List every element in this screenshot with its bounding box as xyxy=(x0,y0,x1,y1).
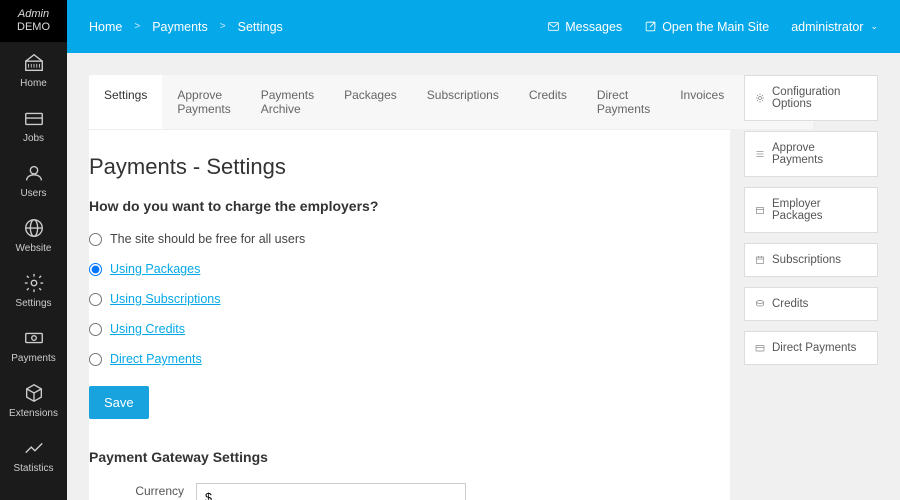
opt-subscriptions[interactable]: Subscriptions xyxy=(744,243,878,277)
option-direct[interactable]: Direct Payments xyxy=(89,352,730,366)
radio-subscriptions[interactable] xyxy=(89,293,102,306)
card-icon xyxy=(754,342,766,354)
currency-symbol-input[interactable] xyxy=(196,483,466,500)
message-icon xyxy=(547,20,560,33)
sidebar-item-jobs[interactable]: Jobs xyxy=(0,97,67,152)
opt-label: Direct Payments xyxy=(772,342,856,354)
option-credits-label[interactable]: Using Credits xyxy=(110,322,185,336)
charge-question: How do you want to charge the employers? xyxy=(89,198,730,214)
sidebar-item-label: Settings xyxy=(15,298,51,309)
calendar-icon xyxy=(754,254,766,266)
sidebar-item-home[interactable]: Home xyxy=(0,42,67,97)
sidebar-item-statistics[interactable]: Statistics xyxy=(0,427,67,482)
topbar: Home > Payments > Settings Messages Open… xyxy=(67,0,900,53)
brand-line1: Admin xyxy=(6,8,61,21)
sidebar-item-payments[interactable]: Payments xyxy=(0,317,67,372)
tab-subscriptions[interactable]: Subscriptions xyxy=(412,75,514,129)
messages-link[interactable]: Messages xyxy=(547,20,622,34)
option-subscriptions-label[interactable]: Using Subscriptions xyxy=(110,292,220,306)
save-button[interactable]: Save xyxy=(89,386,149,419)
tab-credits[interactable]: Credits xyxy=(514,75,582,129)
option-packages-label[interactable]: Using Packages xyxy=(110,262,200,276)
sidebar-item-settings[interactable]: Settings xyxy=(0,262,67,317)
sidebar-item-label: Jobs xyxy=(23,133,44,144)
sidebar-item-label: Home xyxy=(20,78,47,89)
page-title: Payments - Settings xyxy=(89,154,730,198)
sidebar-item-label: Users xyxy=(20,188,46,199)
gear-icon xyxy=(22,272,46,294)
gateway-settings-title: Payment Gateway Settings xyxy=(89,449,730,465)
sidebar: Admin DEMO Home Jobs Users Website S xyxy=(0,0,67,500)
sidebar-item-label: Statistics xyxy=(13,463,53,474)
chart-icon xyxy=(22,437,46,459)
open-main-site-link[interactable]: Open the Main Site xyxy=(644,20,769,34)
home-icon xyxy=(22,52,46,74)
cube-icon xyxy=(22,382,46,404)
option-direct-label[interactable]: Direct Payments xyxy=(110,352,202,366)
card-icon xyxy=(22,107,46,129)
breadcrumb-payments[interactable]: Payments xyxy=(152,20,208,34)
tab-packages[interactable]: Packages xyxy=(329,75,412,129)
brand-line2: DEMO xyxy=(6,21,61,34)
chevron-down-icon: ⌄ xyxy=(870,21,878,32)
opt-configuration[interactable]: Configuration Options xyxy=(744,75,878,121)
option-packages[interactable]: Using Packages xyxy=(89,262,730,276)
opt-label: Subscriptions xyxy=(772,254,841,266)
tab-settings[interactable]: Settings xyxy=(89,75,162,129)
opt-label: Credits xyxy=(772,298,808,310)
messages-label: Messages xyxy=(565,20,622,34)
opt-direct-payments[interactable]: Direct Payments xyxy=(744,331,878,365)
opt-employer-packages[interactable]: Employer Packages xyxy=(744,187,878,233)
package-icon xyxy=(754,204,766,216)
breadcrumb-separator: > xyxy=(134,21,140,32)
option-free[interactable]: The site should be free for all users xyxy=(89,232,730,246)
sidebar-item-label: Payments xyxy=(11,353,55,364)
radio-free[interactable] xyxy=(89,233,102,246)
option-subscriptions[interactable]: Using Subscriptions xyxy=(89,292,730,306)
gear-icon xyxy=(754,92,766,104)
breadcrumb: Home > Payments > Settings xyxy=(89,20,283,34)
opt-label: Employer Packages xyxy=(772,198,868,222)
breadcrumb-settings[interactable]: Settings xyxy=(238,20,283,34)
currency-symbol-label: Currency Symbol: xyxy=(89,484,184,500)
opt-label: Approve Payments xyxy=(772,142,868,166)
user-label: administrator xyxy=(791,20,863,34)
tab-direct-payments[interactable]: Direct Payments xyxy=(582,75,665,129)
user-menu[interactable]: administrator ⌄ xyxy=(791,20,878,34)
breadcrumb-home[interactable]: Home xyxy=(89,20,122,34)
option-free-label: The site should be free for all users xyxy=(110,232,305,246)
globe-icon xyxy=(22,217,46,239)
open-main-label: Open the Main Site xyxy=(662,20,769,34)
tab-bar: Settings Approve Payments Payments Archi… xyxy=(89,75,730,130)
currency-symbol-row: Currency Symbol: xyxy=(89,483,730,500)
sidebar-item-label: Website xyxy=(16,243,52,254)
money-icon xyxy=(22,327,46,349)
tab-approve-payments[interactable]: Approve Payments xyxy=(162,75,245,129)
sidebar-item-label: Extensions xyxy=(9,408,58,419)
sidebar-item-extensions[interactable]: Extensions xyxy=(0,372,67,427)
tab-invoices[interactable]: Invoices xyxy=(665,75,739,129)
coins-icon xyxy=(754,298,766,310)
breadcrumb-separator: > xyxy=(220,21,226,32)
charge-options: The site should be free for all users Us… xyxy=(89,232,730,366)
users-icon xyxy=(22,162,46,184)
brand-logo: Admin DEMO xyxy=(0,0,67,42)
option-credits[interactable]: Using Credits xyxy=(89,322,730,336)
tab-payments-archive[interactable]: Payments Archive xyxy=(246,75,329,129)
radio-packages[interactable] xyxy=(89,263,102,276)
opt-label: Configuration Options xyxy=(772,86,868,110)
list-icon xyxy=(754,148,766,160)
external-link-icon xyxy=(644,20,657,33)
radio-direct[interactable] xyxy=(89,353,102,366)
main-panel: Settings Approve Payments Payments Archi… xyxy=(89,75,730,500)
opt-credits[interactable]: Credits xyxy=(744,287,878,321)
sidebar-item-website[interactable]: Website xyxy=(0,207,67,262)
options-panel: Configuration Options Approve Payments E… xyxy=(744,75,878,500)
radio-credits[interactable] xyxy=(89,323,102,336)
opt-approve-payments[interactable]: Approve Payments xyxy=(744,131,878,177)
sidebar-item-users[interactable]: Users xyxy=(0,152,67,207)
